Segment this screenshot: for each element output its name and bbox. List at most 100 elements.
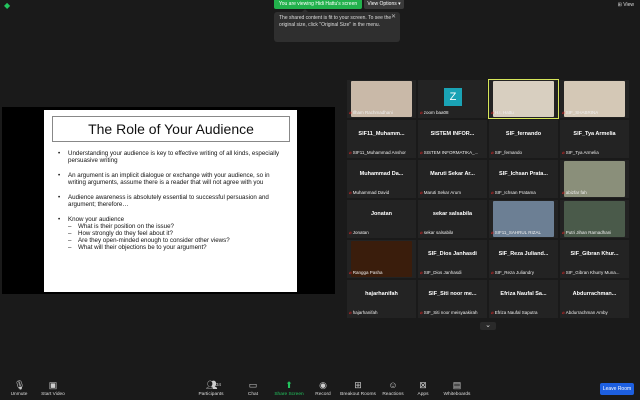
mic-muted-icon: ⌀	[349, 190, 352, 195]
whiteboards-button[interactable]: ▤ Whiteboards	[440, 380, 474, 397]
mic-muted-icon: ⌀	[562, 110, 565, 115]
participant-name-label: ⌀Jonatan	[349, 230, 369, 236]
participant-tile[interactable]: SIF_Tya Armelia ⌀SIF_Tya Armelia	[560, 120, 629, 158]
participant-tile[interactable]: ⌀abizfar fah	[560, 160, 629, 198]
record-button[interactable]: ◉ Record	[306, 380, 340, 397]
tooltip-pointer	[302, 9, 308, 12]
mic-muted-icon: ⌀	[491, 110, 494, 115]
chevron-down-icon[interactable]: ⌄	[480, 322, 496, 330]
tooltip-text: The shared content is fit to your screen…	[279, 15, 392, 28]
participant-display-name: hajarhanifah	[365, 291, 398, 297]
close-icon[interactable]: ✕	[391, 14, 396, 21]
participant-label-text: H.I. Hattu	[494, 110, 514, 115]
participant-label-text: SIF_Reza Juliandry	[494, 270, 534, 275]
breakout-rooms-button[interactable]: ⊞ Breakout Rooms	[340, 380, 376, 397]
apps-button[interactable]: ⊠ Apps	[406, 380, 440, 397]
participant-tile[interactable]: SIF11_Muhamm... ⌀SIF11_Muhammad Anshor	[347, 120, 416, 158]
slide-sub-bullet: What is their position on the issue?	[58, 223, 288, 230]
participant-tile[interactable]: ⌀Ilham Rachmadhani	[347, 80, 416, 118]
participant-name-label: ⌀hajarhanifah	[349, 310, 378, 316]
participant-tile[interactable]: SIF_Ichsan Prata... ⌀SIF_Ichsan Pratama	[489, 160, 558, 198]
participant-name-label: ⌀SISTEM INFORMATIKA_...	[420, 150, 478, 156]
record-label: Record	[315, 392, 331, 397]
participant-label-text: SIF_Siti noor meisyaakirah	[423, 310, 478, 315]
mic-muted-icon: ⌀	[420, 150, 423, 155]
unmute-label: Unmute	[10, 392, 28, 397]
participant-name-label: ⌀Ilham Rachmadhani	[349, 110, 393, 116]
unmute-button[interactable]: 🎙︎ Unmute	[2, 380, 36, 397]
participant-label-text: Ilham Rachmadhani	[352, 110, 393, 115]
start-video-button[interactable]: ▣ Start Video	[36, 380, 70, 397]
mic-muted-icon: ⌀	[562, 190, 565, 195]
slide-bullet: An argument is an implicit dialogue or e…	[58, 172, 288, 186]
share-screen-button[interactable]: ⬆︎ Share Screen	[272, 380, 306, 397]
chat-button[interactable]: ▭ Chat	[236, 380, 270, 397]
participant-label-text: SIF11_Muhammad Anshor	[352, 150, 406, 155]
participant-label-text: Abdurrachman Amby	[565, 310, 608, 315]
view-options-button[interactable]: View Options ▾	[364, 0, 404, 9]
participant-tile[interactable]: Z ⌀zoom baa08	[418, 80, 487, 118]
mic-muted-icon: ⌀	[420, 230, 423, 235]
participant-name-label: ⌀Muhammad David	[349, 190, 389, 196]
breakout-rooms-label: Breakout Rooms	[340, 392, 376, 397]
view-label: View	[623, 2, 634, 8]
shield-icon[interactable]: ◆	[4, 2, 12, 10]
participant-tile[interactable]: SIF_Gibran Khur... ⌀SIF_Gibran Khurry Mun…	[560, 240, 629, 278]
participant-name-label: ⌀Abdurrachman Amby	[562, 310, 608, 316]
participant-tile[interactable]: ⌀SIF11_SAHRUL RIZAL	[489, 200, 558, 238]
presentation-slide: The Role of Your Audience Understanding …	[44, 110, 297, 292]
participant-tile[interactable]: Maruti Sekar Ar... ⌀Maruti Sekar Arum	[418, 160, 487, 198]
participant-tile[interactable]: SIF_Dios Janhasdi ⌀SIF_Dios Janhasdi	[418, 240, 487, 278]
slide-bullet: Understanding your audience is key to ef…	[58, 150, 288, 164]
participant-name-label: ⌀SIF11_SAHRUL RIZAL	[491, 230, 541, 236]
mic-muted-icon: ⌀	[420, 110, 423, 115]
reactions-button[interactable]: ☺︎ Reactions	[376, 380, 410, 397]
reactions-label: Reactions	[382, 392, 404, 397]
participant-display-name: Jonatan	[370, 211, 393, 217]
participant-label-text: Jonatan	[352, 230, 369, 235]
share-screen-icon: ⬆︎	[285, 380, 293, 390]
mic-muted-icon: ⌀	[491, 270, 494, 275]
record-icon: ◉	[319, 380, 327, 390]
leave-room-button[interactable]: Leave Room	[600, 383, 634, 395]
participant-tile[interactable]: ⌀Rangga Pasha	[347, 240, 416, 278]
participant-tile[interactable]: SISTEM INFOR... ⌀SISTEM INFORMATIKA_...	[418, 120, 487, 158]
mic-muted-icon: ⌀	[562, 150, 565, 155]
participants-button[interactable]: 👥︎ Participants	[194, 380, 228, 397]
participant-name-label: ⌀Efriza Naufal Saputra	[491, 310, 538, 316]
participant-name-label: ⌀SIF_Ichsan Pratama	[491, 190, 536, 196]
participant-label-text: Maruti Sekar Arum	[423, 190, 461, 195]
participant-tile[interactable]: ⌀Putri Jihan Ramadhani	[560, 200, 629, 238]
participant-tile[interactable]: Abdurrachman... ⌀Abdurrachman Amby	[560, 280, 629, 318]
participant-display-name: Abdurrachman...	[572, 291, 617, 297]
participant-tile[interactable]: hajarhanifah ⌀hajarhanifah	[347, 280, 416, 318]
reactions-icon: ☺︎	[388, 380, 398, 390]
participant-name-label: ⌀SIF_Dios Janhasdi	[420, 270, 462, 276]
chat-label: Chat	[247, 392, 259, 397]
participants-count: 34	[216, 382, 222, 387]
participant-tile[interactable]: sekar salsabila ⌀sekar salsabila	[418, 200, 487, 238]
slide-sub-bullet: Are they open-minded enough to consider …	[58, 237, 288, 244]
participant-label-text: SISTEM INFORMATIKA_...	[423, 150, 479, 155]
participant-display-name: Maruti Sekar Ar...	[430, 171, 475, 177]
participant-tile[interactable]: ⌀SIF_SHABRINA	[560, 80, 629, 118]
participant-display-name: SIF_Gibran Khur...	[570, 251, 619, 257]
participant-display-name: SIF_Reza Juliand...	[498, 251, 549, 257]
mic-muted-icon: ⌀	[349, 310, 352, 315]
participant-tile[interactable]: SIF_fernando ⌀SIF_fernando	[489, 120, 558, 158]
participant-label-text: Rangga Pasha	[352, 270, 383, 275]
mic-muted-icon: ⌀	[562, 310, 565, 315]
participant-tile[interactable]: Efriza Naufal Sa... ⌀Efriza Naufal Saputr…	[489, 280, 558, 318]
participant-name-label: ⌀SIF_Reza Juliandry	[491, 270, 534, 276]
participant-label-text: zoom baa08	[423, 110, 449, 115]
view-button[interactable]: ⊞ View	[618, 2, 634, 8]
participant-tile[interactable]: ⌀H.I. Hattu	[488, 79, 559, 119]
slide-bullet: Audience awareness is absolutely essenti…	[58, 194, 288, 208]
participant-tile[interactable]: SIF_Siti noor me... ⌀SIF_Siti noor meisya…	[418, 280, 487, 318]
participant-tile[interactable]: Muhammad Da... ⌀Muhammad David	[347, 160, 416, 198]
zoom-avatar-icon: Z	[444, 88, 462, 106]
participant-tile[interactable]: SIF_Reza Juliand... ⌀SIF_Reza Juliandry	[489, 240, 558, 278]
participant-name-label: ⌀Maruti Sekar Arum	[420, 190, 461, 196]
participant-tile[interactable]: Jonatan ⌀Jonatan	[347, 200, 416, 238]
participant-name-label: ⌀SIF_SHABRINA	[562, 110, 598, 116]
